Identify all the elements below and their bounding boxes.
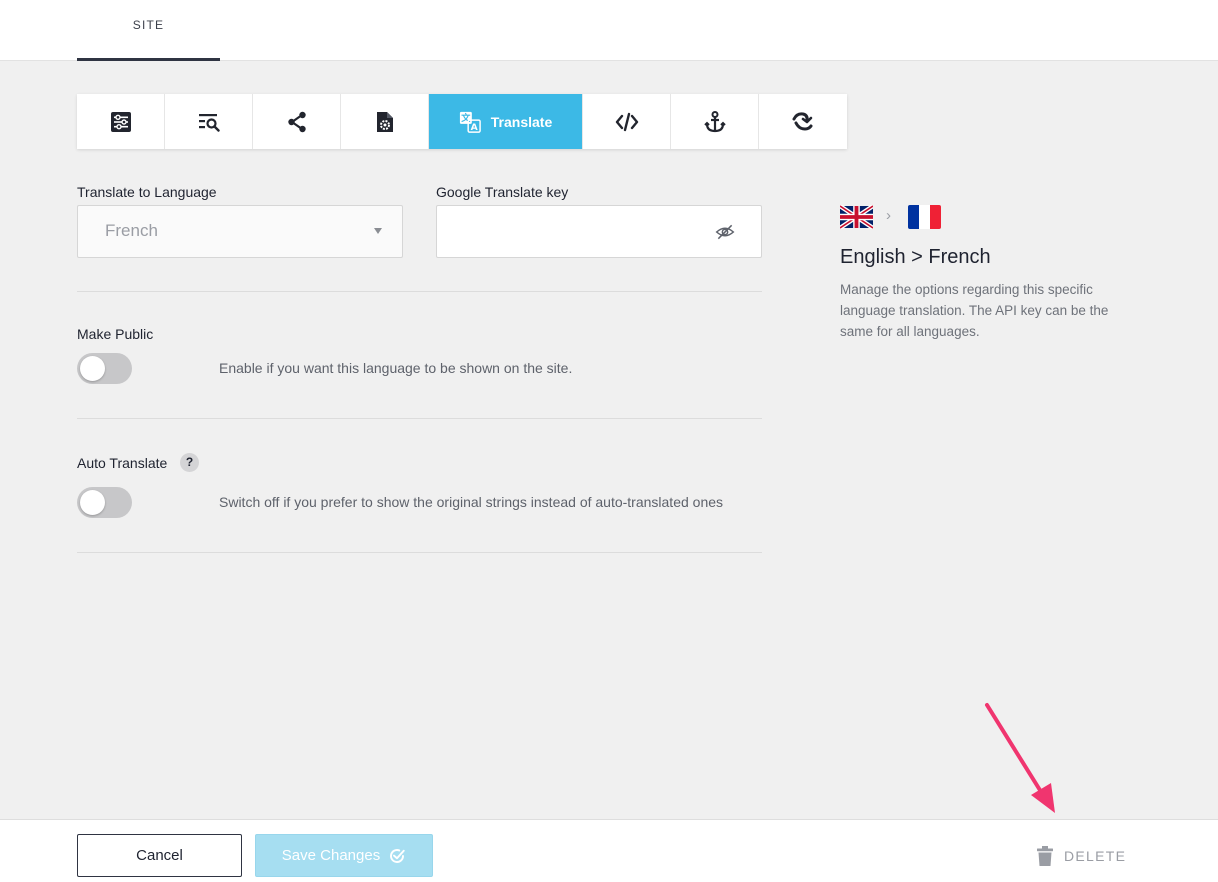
tab-site[interactable]: SITE (77, 0, 220, 61)
delete-label: DELETE (1064, 848, 1127, 864)
translate-icon: 文 A (459, 111, 481, 133)
language-select[interactable]: French (77, 205, 403, 258)
tab-site-label: SITE (132, 18, 165, 32)
api-key-input[interactable] (437, 206, 707, 257)
translation-description: Manage the options regarding this specif… (840, 282, 1109, 339)
check-circle-icon (390, 848, 405, 863)
toolbar-general-button[interactable] (77, 94, 165, 149)
toolbar-translate-button[interactable]: 文 A Translate (429, 94, 583, 149)
translation-title: English > French (840, 246, 991, 268)
france-flag-icon (908, 205, 941, 229)
share-icon (287, 111, 306, 132)
toggle-knob (80, 490, 105, 515)
sliders-icon (110, 111, 131, 132)
toggle-knob (80, 356, 105, 381)
cancel-button[interactable]: Cancel (77, 834, 242, 877)
chevron-right-icon: › (886, 207, 891, 224)
help-icon[interactable]: ? (180, 453, 199, 472)
auto-translate-description: Switch off if you prefer to show the ori… (219, 494, 724, 510)
eye-slash-icon[interactable] (715, 222, 735, 242)
search-list-icon (198, 113, 220, 132)
make-public-toggle[interactable] (77, 353, 132, 384)
divider (77, 552, 762, 553)
api-key-field (436, 205, 762, 258)
svg-text:A: A (470, 121, 478, 132)
caret-down-icon (374, 228, 382, 234)
save-changes-button[interactable]: Save Changes (255, 834, 433, 877)
toolbar-seo-button[interactable] (165, 94, 253, 149)
translate-button-label: Translate (490, 113, 553, 130)
toolbar-file-settings-button[interactable] (341, 94, 429, 149)
footer-bar: Cancel Save Changes DELETE (0, 819, 1218, 882)
make-public-description: Enable if you want this language to be s… (219, 360, 573, 376)
auto-translate-toggle[interactable] (77, 487, 132, 518)
settings-toolbar: 文 A Translate (77, 94, 847, 149)
toolbar-redirect-button[interactable] (759, 94, 847, 149)
redirect-icon (792, 111, 813, 131)
toolbar-share-button[interactable] (253, 94, 341, 149)
api-key-label: Google Translate key (436, 184, 569, 200)
trash-icon (1037, 846, 1053, 866)
code-icon (615, 112, 638, 131)
file-settings-icon (376, 111, 393, 132)
tab-active-underline (77, 58, 220, 61)
divider (77, 418, 762, 419)
toolbar-anchor-button[interactable] (671, 94, 759, 149)
auto-translate-label: Auto Translate (77, 455, 168, 471)
make-public-label: Make Public (77, 326, 154, 342)
delete-button[interactable]: DELETE (1036, 845, 1126, 867)
language-select-value: French (105, 221, 158, 240)
top-bar: SITE (0, 0, 1218, 61)
anchor-icon (703, 110, 726, 132)
divider (77, 291, 762, 292)
toolbar-code-button[interactable] (583, 94, 671, 149)
uk-flag-icon (840, 205, 873, 229)
language-label: Translate to Language (77, 184, 217, 200)
save-changes-label: Save Changes (281, 847, 381, 864)
annotation-arrow-icon (985, 703, 1055, 813)
